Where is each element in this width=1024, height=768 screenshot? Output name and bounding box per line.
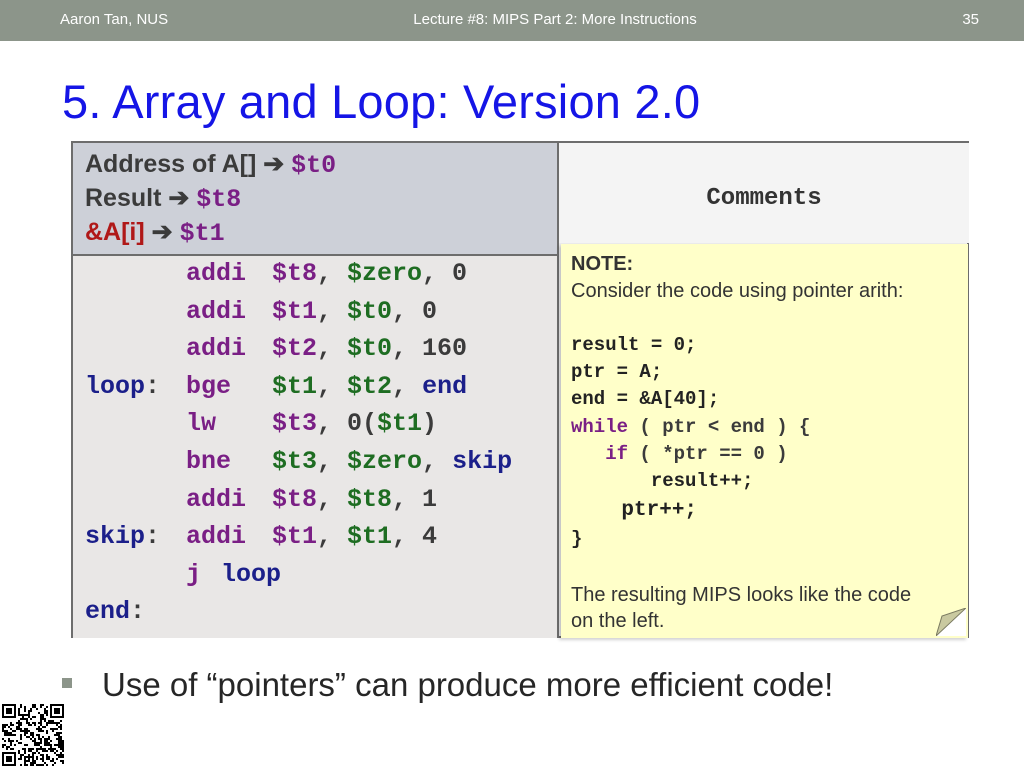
code-opcode: lw	[186, 409, 217, 439]
note-outro-line-1: The resulting MIPS looks like the code	[571, 584, 912, 606]
page-curl-icon	[936, 608, 966, 636]
code-label: skip:	[85, 522, 161, 552]
code-opcode: addi	[186, 259, 247, 288]
register-map-address: Address of A[] ➔ $t0	[85, 150, 337, 180]
code-line: addi $t1, $t0, 0	[73, 297, 553, 331]
code-label: loop:	[85, 371, 161, 401]
arrow-icon: ➔	[168, 184, 190, 212]
note-code-line: result++;	[571, 470, 754, 492]
register-mapping-header: Address of A[] ➔ $t0 Result ➔ $t8 &A[i] …	[73, 143, 559, 256]
code-line: addi $t8, $t8, 1	[73, 485, 553, 519]
code-line: addi $t8, $zero, 0	[73, 259, 553, 293]
register-map-element: &A[i] ➔ $t1	[85, 218, 225, 248]
sticky-note: NOTE: Consider the code using pointer ar…	[561, 244, 968, 638]
code-operands: $t1, $t0, 0	[272, 296, 438, 326]
note-heading: NOTE:	[571, 253, 634, 275]
code-operands: loop	[221, 559, 282, 589]
comments-header: Comments	[559, 143, 969, 243]
code-opcode: addi	[186, 522, 247, 552]
mips-code: addi $t8, $zero, 0 addi $t1, $t0, 0 addi $t2,…	[73, 256, 559, 638]
code-line: bne $t3, $zero, skip	[73, 447, 553, 481]
code-opcode: addi	[186, 484, 247, 514]
page-number: 35	[962, 11, 979, 28]
code-opcode: addi	[186, 334, 247, 364]
code-opcode: bne	[186, 447, 232, 476]
note-code-line: while ( ptr < end ) {	[571, 416, 811, 438]
arrow-icon: ➔	[151, 218, 173, 246]
qr-code-icon	[0, 702, 66, 768]
comments-label: Comments	[706, 185, 822, 212]
arrow-icon: ➔	[263, 150, 285, 178]
code-label: end:	[85, 597, 146, 627]
note-code-line: end = &A[40];	[571, 388, 720, 410]
code-line: j loop	[73, 560, 553, 594]
register-map-result: Result ➔ $t8	[85, 184, 242, 214]
bullet-square-icon	[62, 678, 72, 688]
code-opcode: j	[186, 559, 202, 589]
note-outro-line-2: on the left.	[571, 610, 665, 632]
code-line: loop: bge $t1, $t2, end	[73, 372, 553, 406]
code-line: lw $t3, 0($t1)	[73, 409, 553, 443]
code-operands: $t1, $t2, end	[272, 371, 468, 401]
lecture-title: Lecture #8: MIPS Part 2: More Instructio…	[413, 11, 697, 28]
code-operands: $t8, $t8, 1	[272, 484, 438, 514]
code-line: addi $t2, $t0, 160	[73, 334, 553, 368]
bullet-text: Use of “pointers” can produce more effic…	[102, 666, 834, 703]
note-code-line: if ( *ptr == 0 )	[571, 443, 788, 465]
note-code-line: }	[571, 528, 583, 550]
code-line: end:	[73, 597, 553, 631]
code-operands: $t2, $t0, 160	[272, 334, 468, 364]
code-opcode: bge	[186, 371, 232, 401]
slide-header-bar: Aaron Tan, NUS Lecture #8: MIPS Part 2: …	[0, 0, 1024, 41]
note-code-line: ptr++;	[571, 499, 698, 522]
code-opcode: addi	[186, 296, 247, 326]
code-operands: $t3, $zero, skip	[272, 447, 513, 476]
code-line: skip: addi $t1, $t1, 4	[73, 522, 553, 556]
note-intro: Consider the code using pointer arith:	[571, 280, 904, 302]
slide-title: 5. Array and Loop: Version 2.0	[62, 75, 701, 128]
note-code-line: result = 0;	[571, 334, 697, 356]
code-operands: $t3, 0($t1)	[272, 409, 438, 439]
note-code-line: ptr = A;	[571, 361, 663, 383]
code-operands: $t1, $t1, 4	[272, 522, 438, 552]
code-operands: $t8, $zero, 0	[272, 259, 468, 288]
